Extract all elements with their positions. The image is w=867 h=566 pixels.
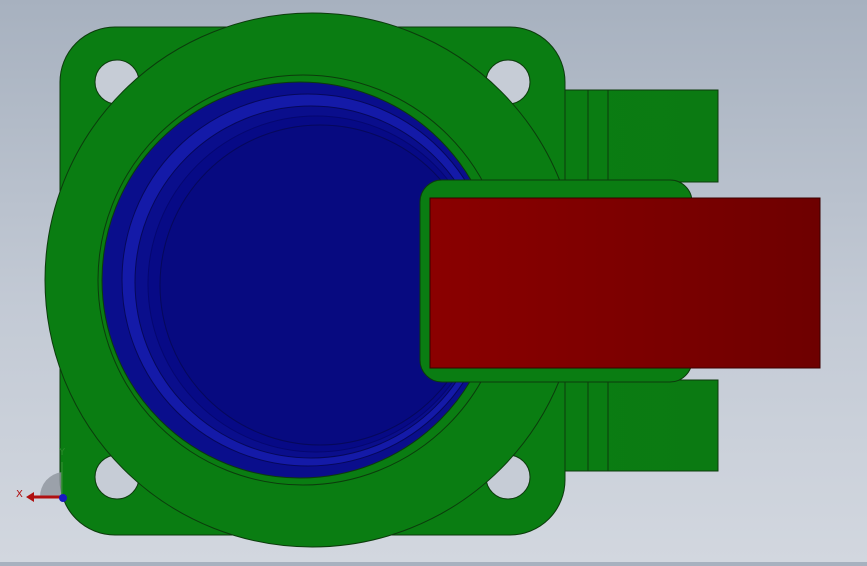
z-axis-dot xyxy=(59,494,67,502)
triad-plane xyxy=(39,472,62,497)
x-axis-label: X xyxy=(16,489,23,500)
cad-viewport[interactable]: Y X xyxy=(0,0,867,562)
shaft xyxy=(429,197,821,369)
coordinate-triad: Y X xyxy=(16,447,67,502)
y-axis-label: Y xyxy=(58,447,66,458)
x-axis-arrow xyxy=(26,492,34,502)
